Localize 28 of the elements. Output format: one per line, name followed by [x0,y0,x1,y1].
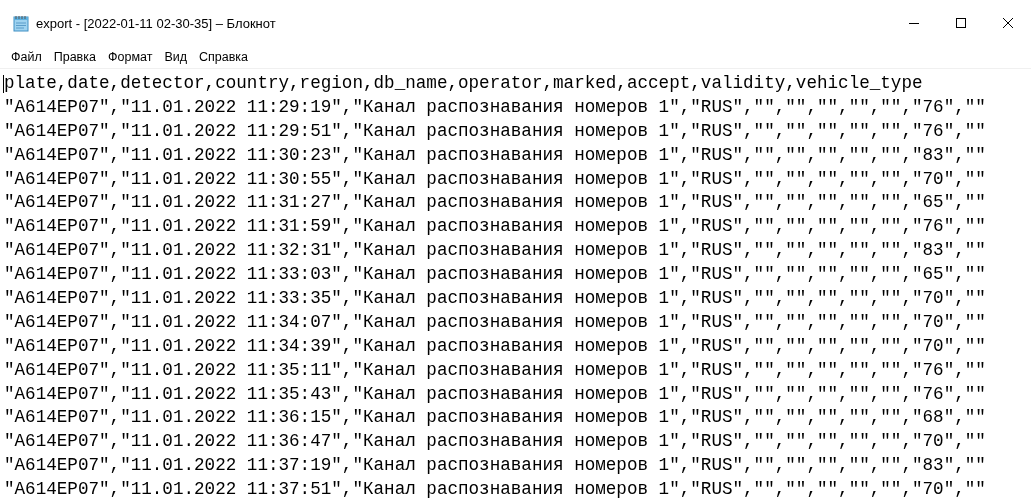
text-line: "A614EP07","11.01.2022 11:30:23","Канал распознавания номеров 1","RUS","","","","","","83","" [4,143,986,167]
text-line: "A614EP07","11.01.2022 11:31:59","Канал распознавания номеров 1","RUS","","","","","","76","" [4,215,986,239]
text-line: "A614EP07","11.01.2022 11:35:43","Канал распознавания номеров 1","RUS","","","","","","76","" [4,382,986,406]
maximize-icon [955,17,967,29]
text-line: "A614EP07","11.01.2022 11:30:55","Канал распознавания номеров 1","RUS","","","","","","70","" [4,167,986,191]
text-line: "A614EP07","11.01.2022 11:29:51","Канал распознавания номеров 1","RUS","","","","","","76","" [4,119,986,143]
text-line: "A614EP07","11.01.2022 11:32:31","Канал распознавания номеров 1","RUS","","","","","","83","" [4,239,986,263]
menu-item[interactable]: Справка [193,48,255,66]
menu-item[interactable]: Вид [158,48,193,66]
text-line: "A614EP07","11.01.2022 11:36:15","Канал распознавания номеров 1","RUS","","","","","","68","" [4,406,986,430]
text-line: "A614EP07","11.01.2022 11:34:07","Канал распознавания номеров 1","RUS","","","","","","70","" [4,310,986,334]
window-title: export - [2022-01-11 02-30-35] – Блокнот [36,15,276,31]
text-line: "A614EP07","11.01.2022 11:33:35","Канал распознавания номеров 1","RUS","","","","","","70","" [4,287,986,310]
text-line: "A614EP07","11.01.2022 11:31:27","Канал распознавания номеров 1","RUS","","","","","","65","" [4,191,986,215]
menu-item[interactable]: Правка [47,48,102,66]
text-cursor [3,75,4,93]
text-line: "A614EP07","11.01.2022 11:33:03","Канал распознавания номеров 1","RUS","","","","","","65","" [4,263,986,287]
text-line: "A614EP07","11.01.2022 11:36:47","Канал распознавания номеров 1","RUS","","","","","","70","" [4,430,986,454]
text-line: "A614EP07","11.01.2022 11:37:51","Канал распознавания номеров 1","RUS","","","","","","70","" [4,478,986,498]
text-line: "A614EP07","11.01.2022 11:29:19","Канал распознавания номеров 1","RUS","","","","","","76","" [4,95,986,119]
text-line: "A614EP07","11.01.2022 11:37:19","Канал распознавания номеров 1","RUS","","","","","","83","" [4,454,986,478]
text-line: "A614EP07","11.01.2022 11:35:11","Канал распознавания номеров 1","RUS","","","","","","76","" [4,358,986,382]
menu-item[interactable]: Формат [101,48,159,66]
text-line: plate,date,detector,country,region,db_name,operator,marked,accept,validity,vehicle_type [4,72,923,95]
notepad-icon [13,14,30,32]
text-line: "A614EP07","11.01.2022 11:34:39","Канал распознавания номеров 1","RUS","","","","","","70","" [4,334,986,358]
menu-item[interactable]: Файл [5,48,48,66]
close-icon [1002,17,1014,29]
